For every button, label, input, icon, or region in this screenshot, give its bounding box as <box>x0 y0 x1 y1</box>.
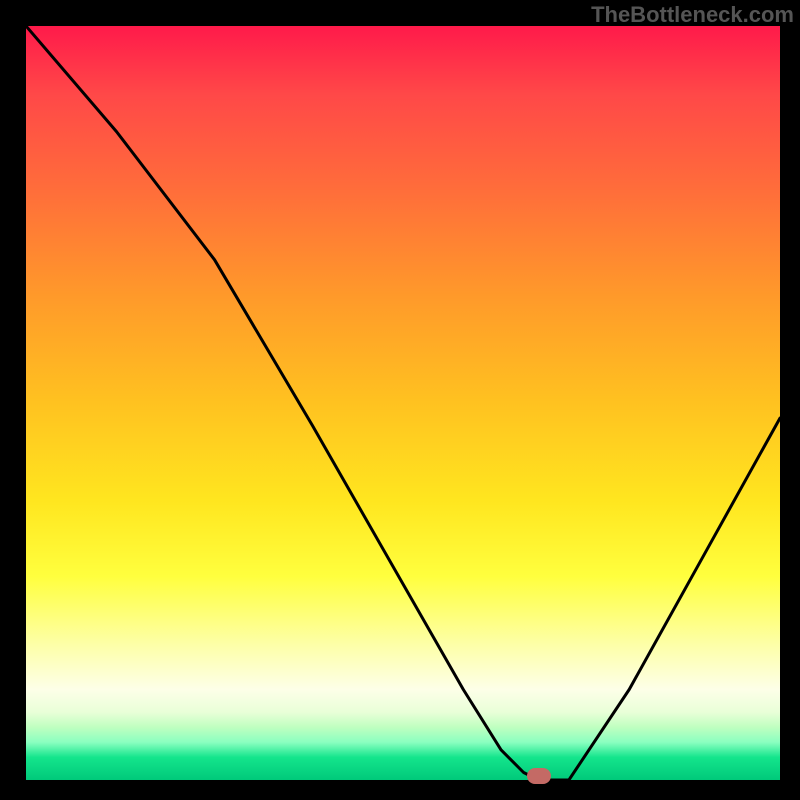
optimal-marker-icon <box>527 768 551 784</box>
bottleneck-curve <box>26 26 780 780</box>
attribution-label: TheBottleneck.com <box>591 2 794 28</box>
chart-container: TheBottleneck.com <box>0 0 800 800</box>
